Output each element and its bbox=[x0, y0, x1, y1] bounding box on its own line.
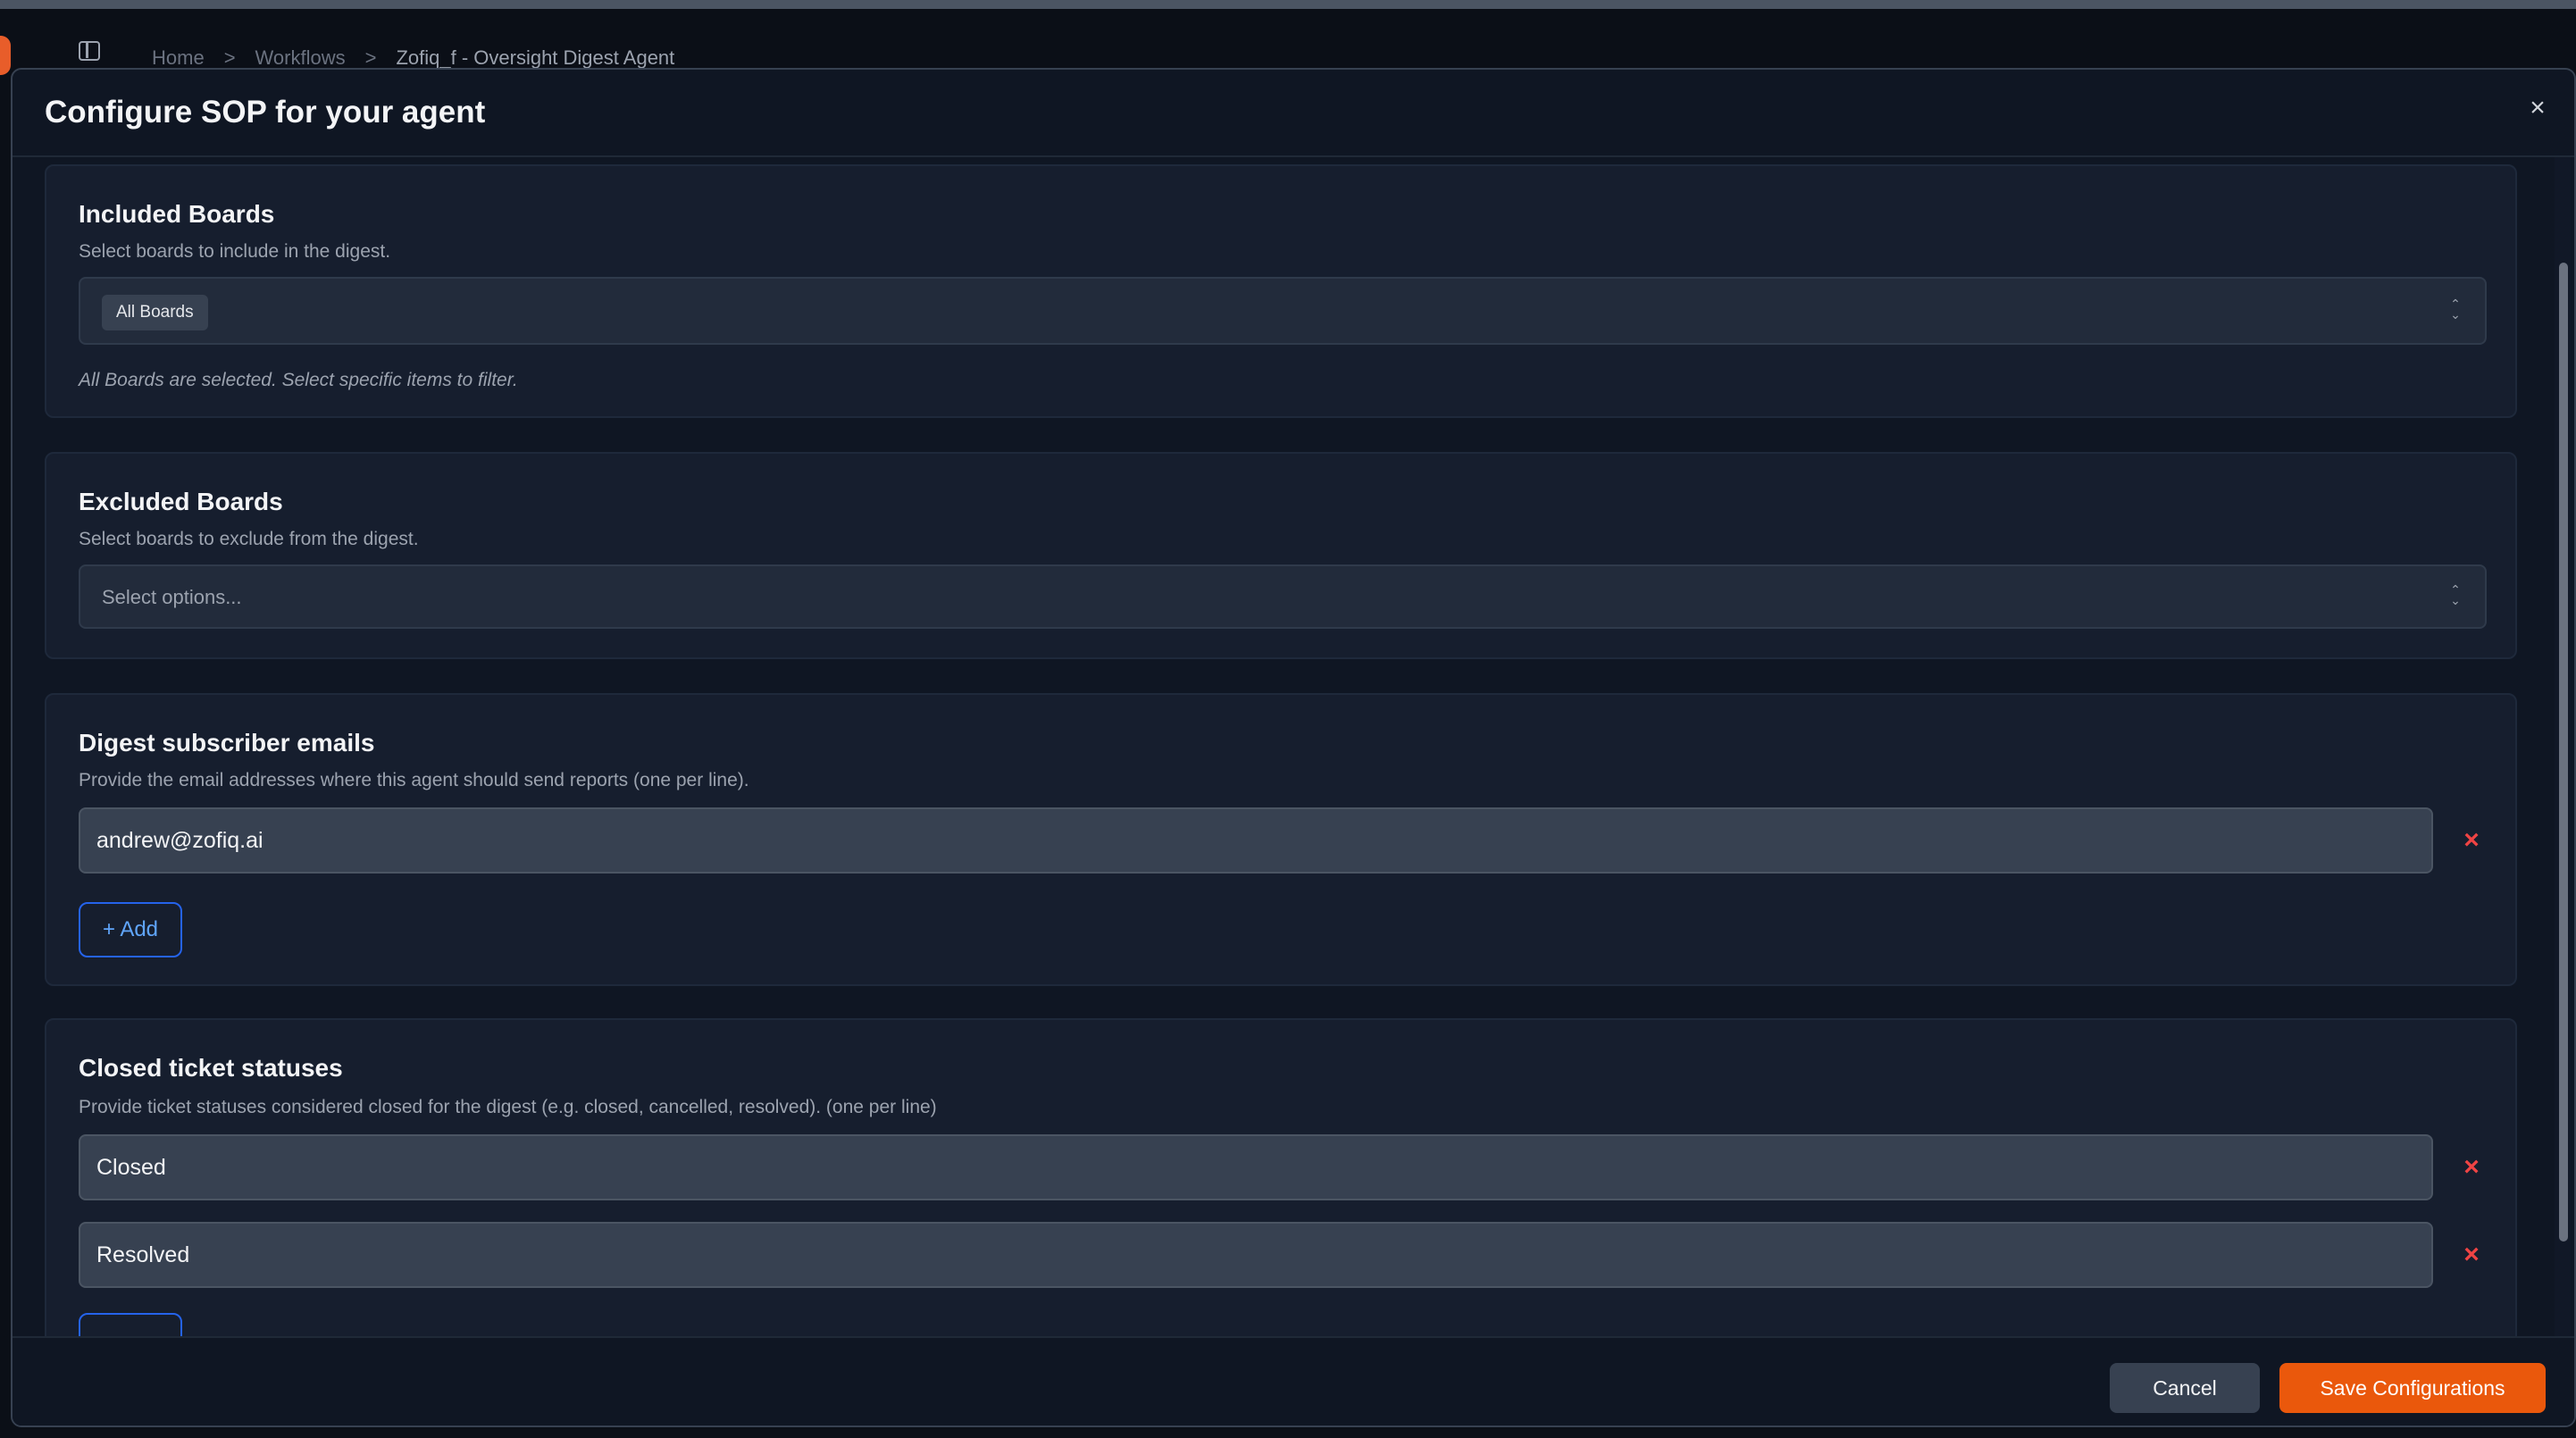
excluded-boards-select[interactable]: Select options... ⌃ ⌄ bbox=[79, 564, 2487, 629]
excluded-boards-section: Excluded Boards Select boards to exclude… bbox=[45, 452, 2517, 659]
chevron-right-icon: > bbox=[223, 46, 236, 69]
app-logo-icon bbox=[0, 36, 11, 75]
subscriber-emails-description: Provide the email addresses where this a… bbox=[79, 770, 749, 790]
included-boards-hint: All Boards are selected. Select specific… bbox=[79, 370, 518, 390]
excluded-boards-title: Excluded Boards bbox=[79, 488, 283, 515]
window-bottom-edge bbox=[0, 1427, 2576, 1438]
included-boards-select[interactable]: All Boards ⌃ ⌄ bbox=[79, 277, 2487, 345]
breadcrumb-workflows[interactable]: Workflows bbox=[255, 46, 346, 70]
modal-header: Configure SOP for your agent × bbox=[13, 70, 2574, 157]
included-boards-section: Included Boards Select boards to include… bbox=[45, 164, 2517, 418]
excluded-boards-placeholder: Select options... bbox=[102, 586, 242, 608]
remove-email-icon[interactable]: × bbox=[2458, 827, 2485, 854]
top-bar: Home > Workflows > Zofiq_f - Oversight D… bbox=[0, 9, 2576, 75]
chevron-right-icon: > bbox=[364, 46, 377, 69]
save-configurations-button[interactable]: Save Configurations bbox=[2279, 1363, 2546, 1413]
chevron-updown-icon: ⌃ ⌄ bbox=[2450, 582, 2461, 607]
status-field[interactable]: Resolved bbox=[79, 1222, 2433, 1288]
included-boards-title: Included Boards bbox=[79, 200, 275, 228]
window-top-edge bbox=[0, 0, 2576, 9]
subscriber-emails-title: Digest subscriber emails bbox=[79, 729, 375, 757]
remove-status-icon[interactable]: × bbox=[2458, 1242, 2485, 1268]
close-icon[interactable]: × bbox=[2524, 95, 2551, 121]
chevron-updown-icon: ⌃ ⌄ bbox=[2450, 297, 2461, 322]
modal-title: Configure SOP for your agent bbox=[45, 95, 486, 130]
included-boards-description: Select boards to include in the digest. bbox=[79, 241, 391, 262]
subscriber-emails-section: Digest subscriber emails Provide the ema… bbox=[45, 693, 2517, 986]
selected-board-chip[interactable]: All Boards bbox=[102, 295, 208, 330]
scrollbar-thumb[interactable] bbox=[2559, 263, 2568, 1242]
remove-status-icon[interactable]: × bbox=[2458, 1154, 2485, 1181]
breadcrumb-home[interactable]: Home bbox=[152, 46, 205, 70]
closed-statuses-title: Closed ticket statuses bbox=[79, 1054, 343, 1082]
modal-scrollbar[interactable] bbox=[2555, 157, 2571, 1402]
sidebar-toggle-icon[interactable] bbox=[79, 41, 100, 61]
breadcrumb: Home > Workflows > Zofiq_f - Oversight D… bbox=[152, 46, 674, 70]
breadcrumb-current: Zofiq_f - Oversight Digest Agent bbox=[396, 46, 675, 69]
configure-sop-modal: Configure SOP for your agent × Included … bbox=[11, 68, 2576, 1427]
email-field[interactable]: andrew@zofiq.ai bbox=[79, 807, 2433, 874]
cancel-button[interactable]: Cancel bbox=[2110, 1363, 2260, 1413]
modal-footer: Cancel Save Configurations bbox=[13, 1336, 2574, 1425]
add-email-button[interactable]: + Add bbox=[79, 902, 182, 957]
closed-statuses-description: Provide ticket statuses considered close… bbox=[79, 1097, 937, 1117]
excluded-boards-description: Select boards to exclude from the digest… bbox=[79, 529, 419, 549]
status-field[interactable]: Closed bbox=[79, 1134, 2433, 1200]
modal-scroll-area[interactable]: Included Boards Select boards to include… bbox=[13, 157, 2555, 1402]
